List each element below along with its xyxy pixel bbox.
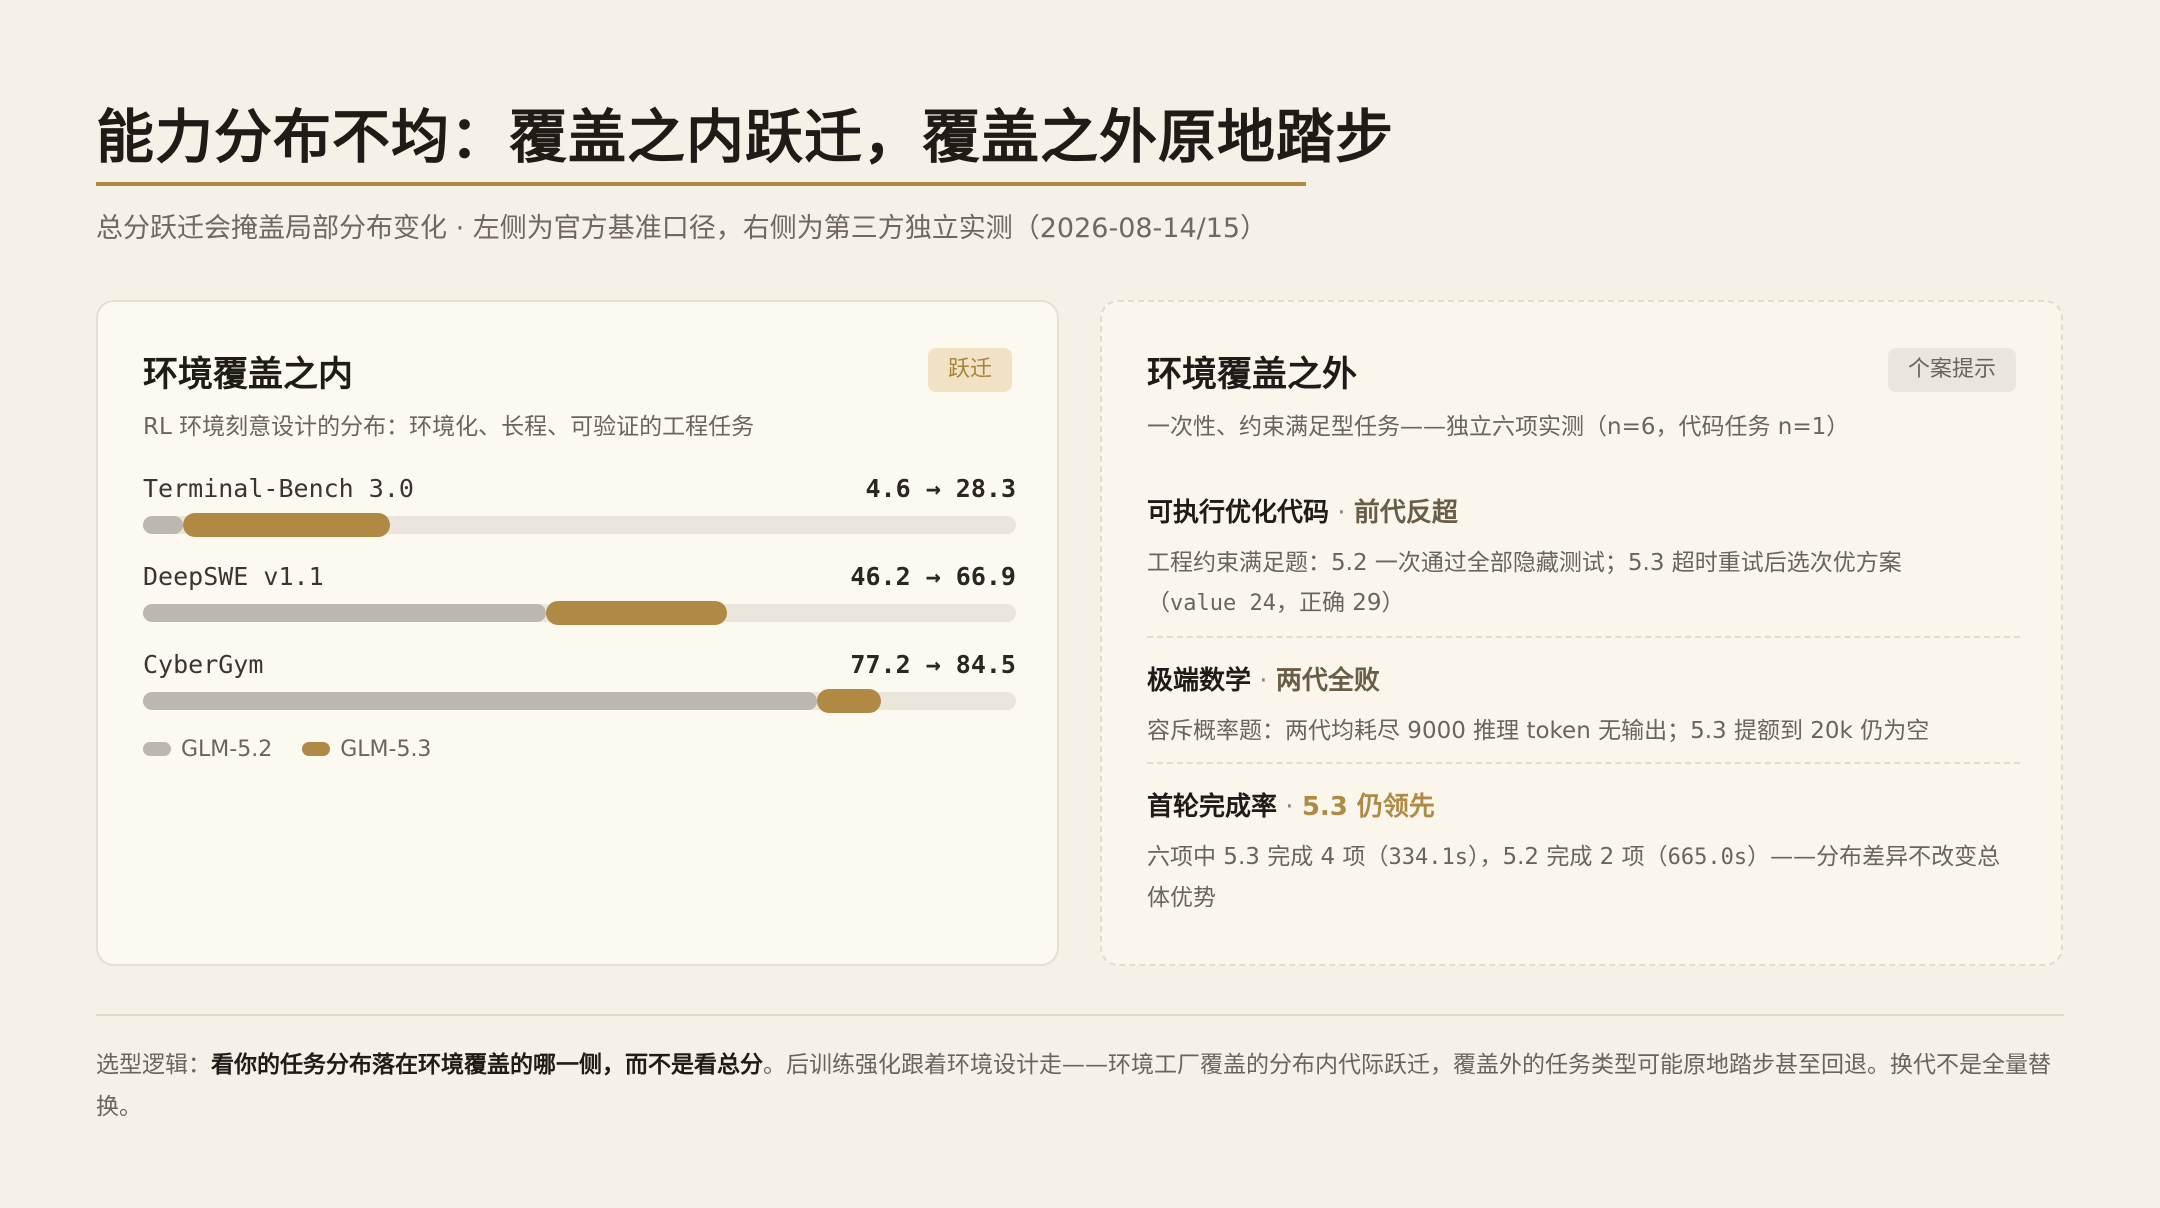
- legend: GLM-5.2 GLM-5.3: [143, 734, 431, 764]
- case-extreme-math: 极端数学 · 两代全败 容斥概率题：两代均耗尽 9000 推理 token 无输…: [1147, 660, 2020, 751]
- legend-label-new: GLM-5.3: [340, 736, 432, 762]
- status-badge: 跃迁: [927, 348, 1012, 392]
- metric-name: DeepSWE v1.1: [143, 562, 324, 591]
- card-description: 一次性、约束满足型任务——独立六项实测（n=6，代码任务 n=1）: [1147, 414, 1850, 440]
- bar-glm-5-2: [143, 516, 184, 534]
- metric-track: [143, 601, 1016, 625]
- legend-item-old: GLM-5.2: [143, 737, 272, 762]
- card-title: 环境覆盖之内: [143, 354, 354, 395]
- case-body: 工程约束满足题：5.2 一次通过全部隐藏测试；5.3 超时重试后选次优方案 （va…: [1147, 550, 1902, 616]
- page-title: 能力分布不均：覆盖之内跃迁，覆盖之外原地踏步: [96, 103, 1395, 171]
- case-first-round-completion: 首轮完成率 · 5.3 仍领先 六项中 5.3 完成 4 项（334.1s），5…: [1147, 786, 2020, 918]
- coverage-inside-card: 环境覆盖之内 跃迁 RL 环境刻意设计的分布：环境化、长程、可验证的工程任务 T…: [96, 300, 1059, 966]
- case-divider: [1147, 762, 2020, 764]
- bar-glm-5-2: [143, 692, 817, 710]
- bar-glm-5-3: [816, 689, 881, 713]
- metric-track: [143, 513, 1016, 537]
- status-badge: 个案提示: [1887, 348, 2016, 392]
- metric-track: [143, 689, 1016, 713]
- legend-swatch-new: [302, 742, 331, 756]
- legend-item-new: GLM-5.3: [302, 737, 431, 762]
- footer-note: 选型逻辑：看你的任务分布落在环境覆盖的哪一侧，而不是看总分。后训练强化跟着环境设…: [96, 1052, 2051, 1120]
- card-description: RL 环境刻意设计的分布：环境化、长程、可验证的工程任务: [143, 414, 755, 440]
- metric-name: Terminal-Bench 3.0: [143, 474, 414, 503]
- case-heading: 首轮完成率 · 5.3 仍领先: [1147, 792, 1435, 822]
- card-title: 环境覆盖之外: [1147, 354, 1358, 395]
- case-executable-code: 可执行优化代码 · 前代反超 工程约束满足题：5.2 一次通过全部隐藏测试；5.…: [1147, 492, 2020, 624]
- metric-value: 46.2 → 66.9: [850, 562, 1016, 591]
- bar-glm-5-2: [143, 604, 547, 622]
- case-heading: 极端数学 · 两代全败: [1147, 666, 1380, 696]
- footer-divider: [96, 1014, 2064, 1016]
- metric-value: 4.6 → 28.3: [865, 474, 1016, 503]
- metric-value: 77.2 → 84.5: [850, 650, 1016, 679]
- case-body: 六项中 5.3 完成 4 项（334.1s），5.2 完成 2 项（665.0s…: [1147, 844, 2001, 911]
- case-divider: [1147, 636, 2020, 638]
- bar-glm-5-3: [183, 513, 391, 537]
- title-underline: [96, 182, 1306, 186]
- page-subtitle: 总分跃迁会掩盖局部分布变化 · 左侧为官方基准口径，右侧为第三方独立实测（202…: [96, 213, 1268, 244]
- bar-glm-5-3: [546, 601, 728, 625]
- metric-name: CyberGym: [143, 650, 264, 679]
- case-heading: 可执行优化代码 · 前代反超: [1147, 498, 1458, 528]
- legend-swatch-old: [143, 742, 171, 756]
- coverage-outside-card: 环境覆盖之外 个案提示 一次性、约束满足型任务——独立六项实测（n=6，代码任务…: [1100, 300, 2063, 966]
- case-body: 容斥概率题：两代均耗尽 9000 推理 token 无输出；5.3 提额到 20…: [1147, 718, 1930, 744]
- legend-label-old: GLM-5.2: [181, 736, 273, 762]
